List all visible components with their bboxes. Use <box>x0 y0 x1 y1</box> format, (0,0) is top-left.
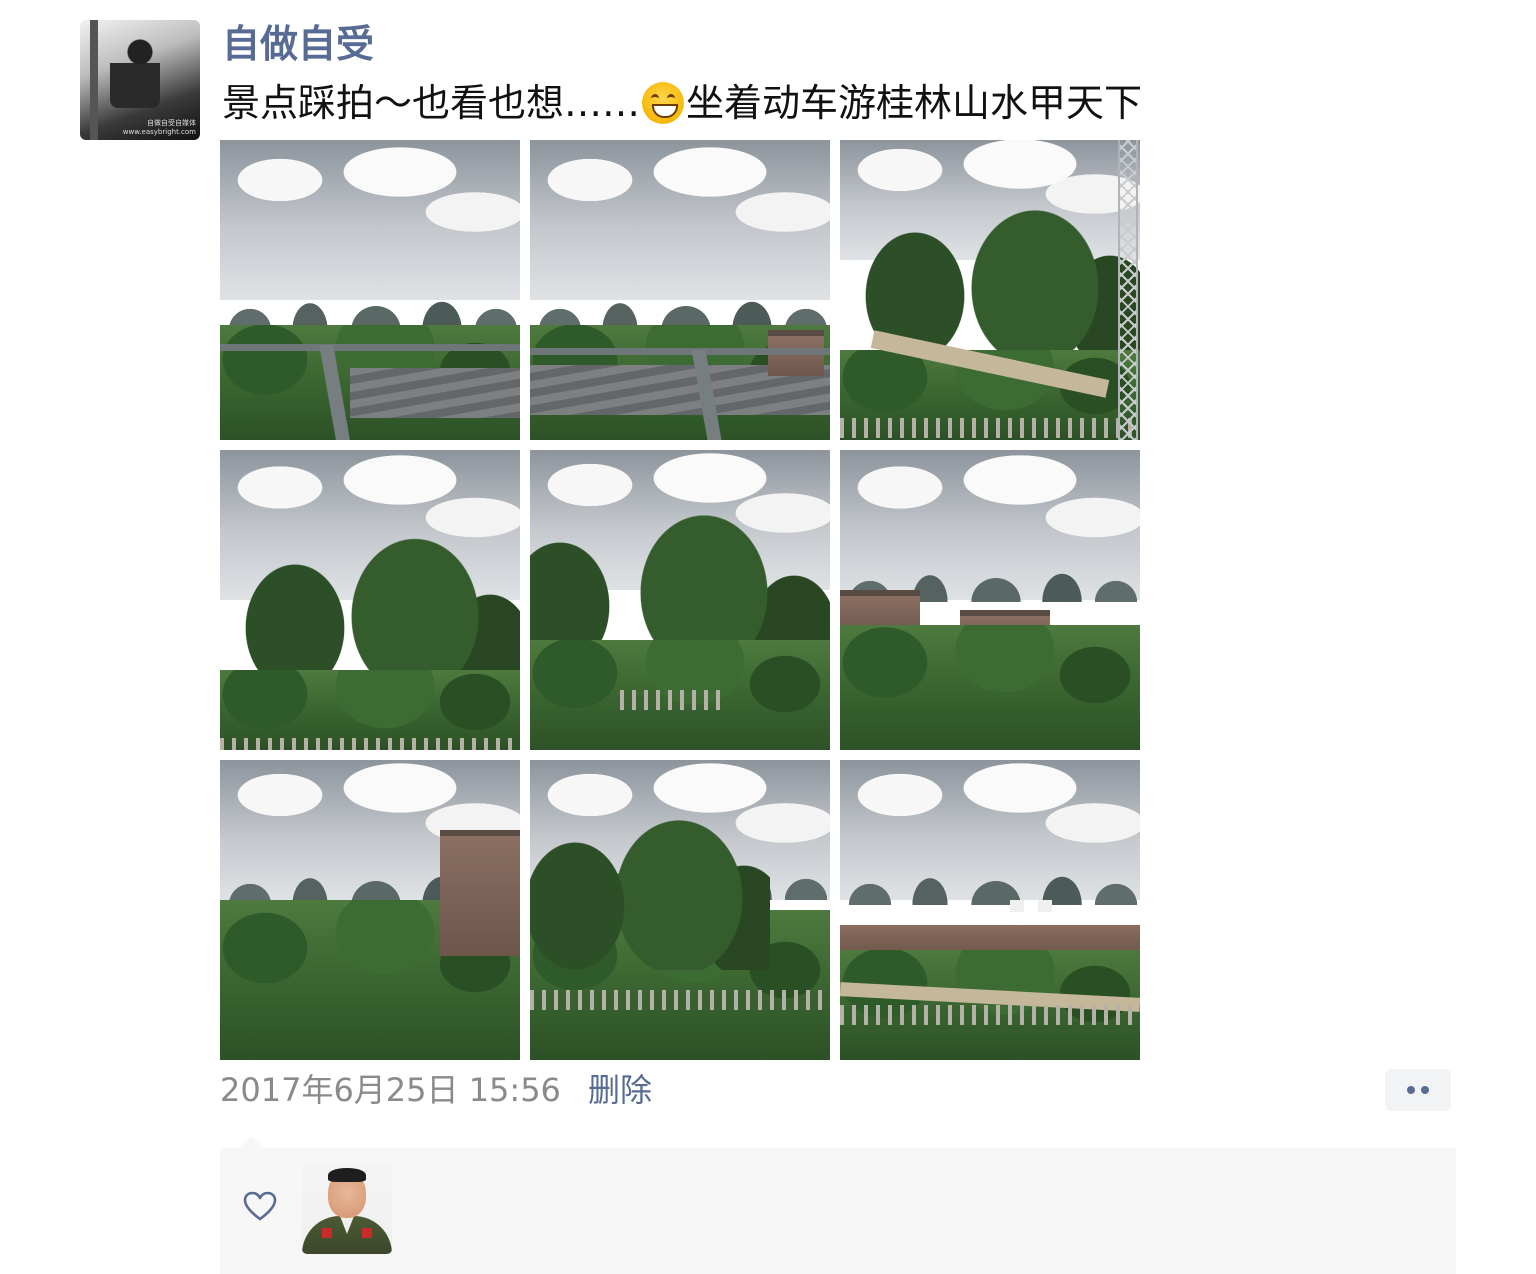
post-text-before-emoji: 景点踩拍～也看也想…… <box>222 81 641 125</box>
train-window-rail <box>530 348 830 355</box>
more-actions-button[interactable] <box>1385 1069 1451 1111</box>
bamboo-trees <box>530 810 770 970</box>
photo-8[interactable] <box>530 760 830 1060</box>
karst-hills <box>530 290 830 330</box>
likes-panel <box>220 1148 1456 1274</box>
karst-hills <box>220 290 520 330</box>
two-dots-icon <box>1407 1086 1415 1094</box>
photo-1[interactable] <box>220 140 520 440</box>
fence <box>220 738 520 750</box>
avatar-pole-shape <box>90 20 98 140</box>
village-roofs <box>350 368 520 418</box>
white-building <box>1010 900 1024 912</box>
fence <box>620 690 720 710</box>
two-dots-icon <box>1421 1086 1429 1094</box>
avatar-caption-line2: www.easybright.com <box>122 128 196 136</box>
collar-insignia-shape <box>362 1228 372 1238</box>
poster-username[interactable]: 自做自受 <box>222 20 374 68</box>
power-tower <box>1118 140 1138 440</box>
poster-avatar[interactable]: 自做自受自媒体 www.easybright.com <box>80 20 200 140</box>
heart-icon <box>243 1191 277 1221</box>
fence <box>840 1005 1140 1025</box>
sky <box>530 140 830 300</box>
train-window-rail <box>220 344 520 351</box>
hair-shape <box>328 1168 366 1182</box>
fence <box>530 990 830 1010</box>
post-timestamp: 2017年6月25日 15:56 <box>220 1071 561 1109</box>
grinning-face-emoji-icon <box>642 82 685 124</box>
avatar-figure-shape <box>110 38 160 108</box>
delete-button[interactable]: 删除 <box>588 1068 652 1112</box>
photo-2[interactable] <box>530 140 830 440</box>
photo-5[interactable] <box>530 450 830 750</box>
photo-3[interactable] <box>840 140 1140 440</box>
fence <box>840 418 1140 438</box>
post-text-after-emoji: 坐着动车游桂林山水甲天下 <box>686 81 1143 125</box>
vegetation <box>840 625 1140 750</box>
photo-6[interactable] <box>840 450 1140 750</box>
avatar-caption-line1: 自做自受自媒体 <box>147 119 196 127</box>
photo-7[interactable] <box>220 760 520 1060</box>
liker-avatar[interactable] <box>302 1164 392 1254</box>
house <box>440 830 520 956</box>
collar-insignia-shape <box>322 1228 332 1238</box>
photo-4[interactable] <box>220 450 520 750</box>
karst-hills <box>840 865 1140 905</box>
photo-9[interactable] <box>840 760 1140 1060</box>
sky <box>220 140 520 300</box>
avatar-caption: 自做自受自媒体 www.easybright.com <box>123 119 196 137</box>
post-text: 景点踩拍～也看也想…… 坐着动车游桂林山水甲天下 <box>222 78 1142 128</box>
white-building <box>1038 900 1052 912</box>
photo-grid <box>220 140 1140 1060</box>
